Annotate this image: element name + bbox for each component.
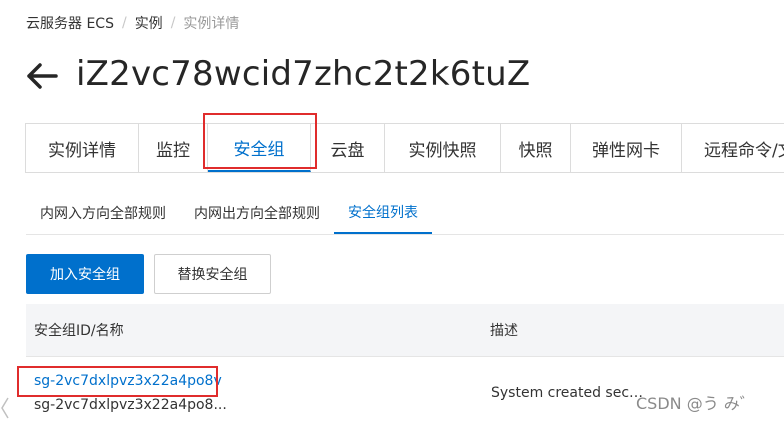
column-header-description: 描述 bbox=[490, 323, 518, 339]
breadcrumb-item-ecs[interactable]: 云服务器 ECS bbox=[26, 13, 114, 33]
highlight-box-tab bbox=[203, 113, 317, 169]
table-header: 安全组ID/名称 描述 bbox=[26, 304, 784, 357]
breadcrumb-separator: / bbox=[121, 15, 127, 31]
replace-security-group-button[interactable]: 替换安全组 bbox=[154, 254, 271, 294]
highlight-box-link bbox=[17, 366, 218, 397]
breadcrumb-separator: / bbox=[170, 15, 176, 31]
breadcrumb: 云服务器 ECS / 实例 / 实例详情 bbox=[26, 13, 239, 33]
subtab-security-group-list[interactable]: 安全组列表 bbox=[334, 192, 432, 234]
chevron-left-icon[interactable] bbox=[0, 394, 10, 422]
tab-snapshot[interactable]: 快照 bbox=[501, 124, 571, 172]
tab-cloud-disk[interactable]: 云盘 bbox=[311, 124, 385, 172]
tab-eni[interactable]: 弹性网卡 bbox=[571, 124, 682, 172]
security-group-name: sg-2vc7dxlpvz3x22a4po8... bbox=[34, 397, 227, 413]
breadcrumb-item-current: 实例详情 bbox=[183, 16, 240, 32]
page-title: iZ2vc78wcid7zhc2t2k6tuZ bbox=[76, 54, 531, 94]
tab-bar: 实例详情 监控 安全组 云盘 实例快照 快照 弹性网卡 远程命令/文件 bbox=[25, 123, 784, 173]
arrow-left-icon[interactable] bbox=[24, 58, 60, 94]
watermark: CSDN @う み゛ bbox=[636, 394, 756, 413]
tab-instance-snapshot[interactable]: 实例快照 bbox=[385, 124, 501, 172]
subtab-inbound-rules[interactable]: 内网入方向全部规则 bbox=[26, 192, 180, 234]
security-group-description: System created security group. bbox=[491, 385, 651, 401]
tab-monitoring[interactable]: 监控 bbox=[139, 124, 208, 172]
tab-instance-details[interactable]: 实例详情 bbox=[25, 124, 139, 172]
sub-tab-bar: 内网入方向全部规则 内网出方向全部规则 安全组列表 bbox=[26, 192, 784, 235]
add-security-group-button[interactable]: 加入安全组 bbox=[26, 254, 144, 294]
subtab-outbound-rules[interactable]: 内网出方向全部规则 bbox=[180, 192, 334, 234]
breadcrumb-item-instances[interactable]: 实例 bbox=[135, 13, 163, 33]
column-header-id-name: 安全组ID/名称 bbox=[34, 323, 124, 339]
tab-remote-command[interactable]: 远程命令/文件 bbox=[682, 124, 784, 172]
